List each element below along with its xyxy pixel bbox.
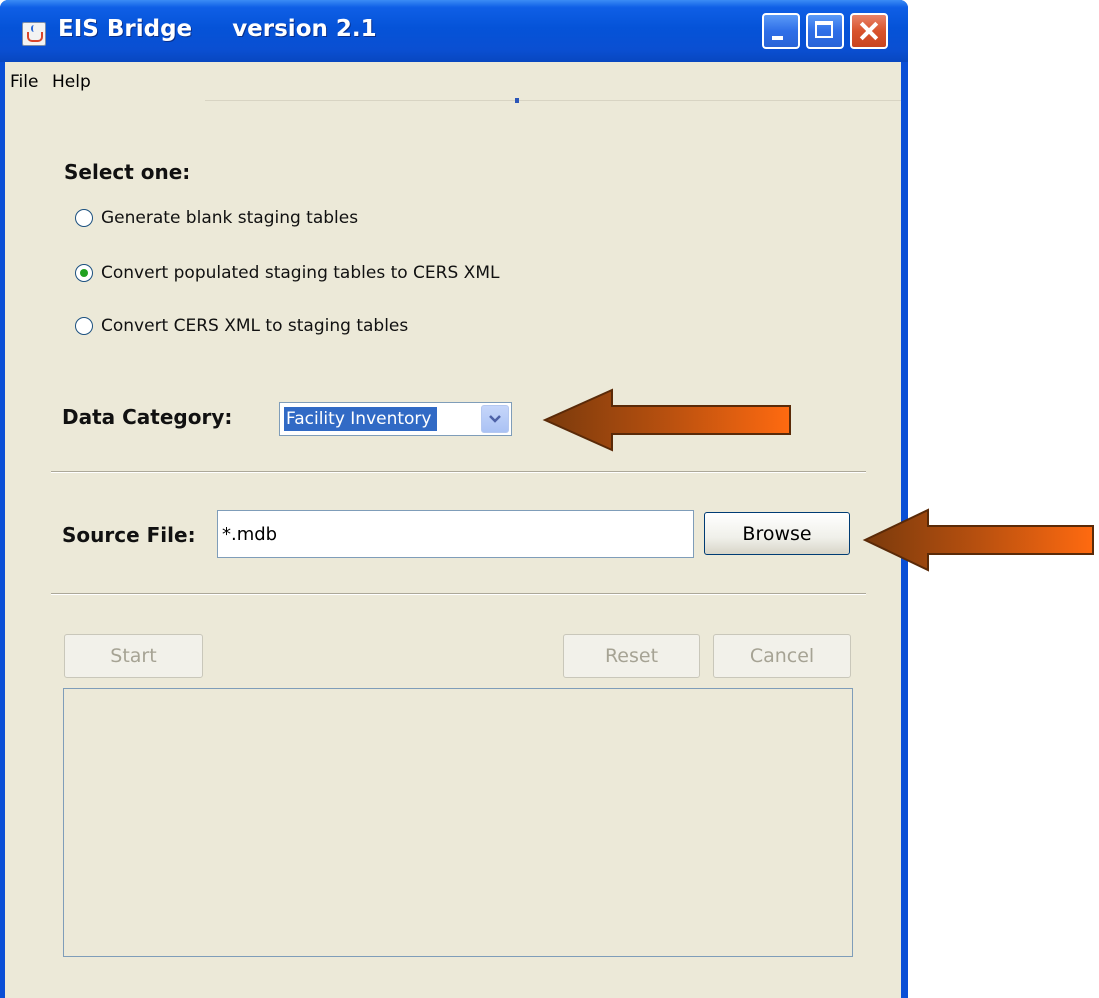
menu-help[interactable]: Help bbox=[52, 72, 91, 92]
option-label: Convert populated staging tables to CERS… bbox=[101, 263, 500, 283]
option-generate-blank[interactable]: Generate blank staging tables bbox=[75, 205, 358, 231]
option-convert-to-xml[interactable]: Convert populated staging tables to CERS… bbox=[75, 260, 499, 286]
reset-button[interactable]: Reset bbox=[563, 634, 700, 678]
focus-mark bbox=[515, 98, 519, 103]
browse-button[interactable]: Browse bbox=[704, 512, 850, 555]
annotation-arrow-icon bbox=[542, 388, 791, 452]
cancel-button[interactable]: Cancel bbox=[713, 634, 851, 678]
minimize-button[interactable] bbox=[762, 13, 800, 49]
maximize-icon bbox=[815, 21, 833, 38]
data-category-value: Facility Inventory bbox=[284, 407, 438, 431]
data-category-dropdown[interactable]: Facility Inventory bbox=[279, 402, 512, 436]
close-button[interactable] bbox=[850, 13, 888, 49]
menu-file[interactable]: File bbox=[10, 72, 38, 92]
close-icon bbox=[852, 15, 886, 47]
select-one-heading: Select one: bbox=[64, 160, 191, 184]
app-name: EIS Bridge bbox=[58, 16, 193, 42]
radio-button[interactable] bbox=[75, 209, 93, 227]
log-output-area[interactable] bbox=[63, 688, 853, 957]
minimize-icon bbox=[772, 36, 783, 40]
annotation-arrow-icon bbox=[862, 508, 1094, 572]
option-convert-to-staging[interactable]: Convert CERS XML to staging tables bbox=[75, 313, 408, 339]
app-version: version 2.1 bbox=[232, 16, 377, 42]
separator-top bbox=[51, 471, 866, 473]
start-button[interactable]: Start bbox=[64, 634, 203, 678]
maximize-button[interactable] bbox=[806, 13, 844, 49]
chevron-down-icon[interactable] bbox=[481, 405, 509, 433]
java-app-icon[interactable] bbox=[22, 22, 46, 46]
radio-button[interactable] bbox=[75, 317, 93, 335]
data-category-label: Data Category: bbox=[62, 405, 233, 429]
option-label: Convert CERS XML to staging tables bbox=[101, 316, 409, 336]
menu-bar: File Help bbox=[5, 62, 901, 100]
source-file-label: Source File: bbox=[62, 523, 196, 547]
window-client-area: File Help Select one: Generate blank sta… bbox=[5, 62, 901, 998]
window-title: EIS Bridge version 2.1 bbox=[58, 16, 377, 42]
title-separator bbox=[192, 16, 232, 42]
separator-bottom bbox=[51, 593, 866, 595]
menu-divider bbox=[205, 100, 901, 101]
option-label: Generate blank staging tables bbox=[101, 208, 359, 228]
radio-button-selected[interactable] bbox=[75, 264, 93, 282]
title-bar[interactable]: EIS Bridge version 2.1 bbox=[0, 0, 908, 62]
application-window: EIS Bridge version 2.1 File Help Select … bbox=[0, 0, 908, 998]
source-file-input[interactable] bbox=[217, 510, 694, 558]
